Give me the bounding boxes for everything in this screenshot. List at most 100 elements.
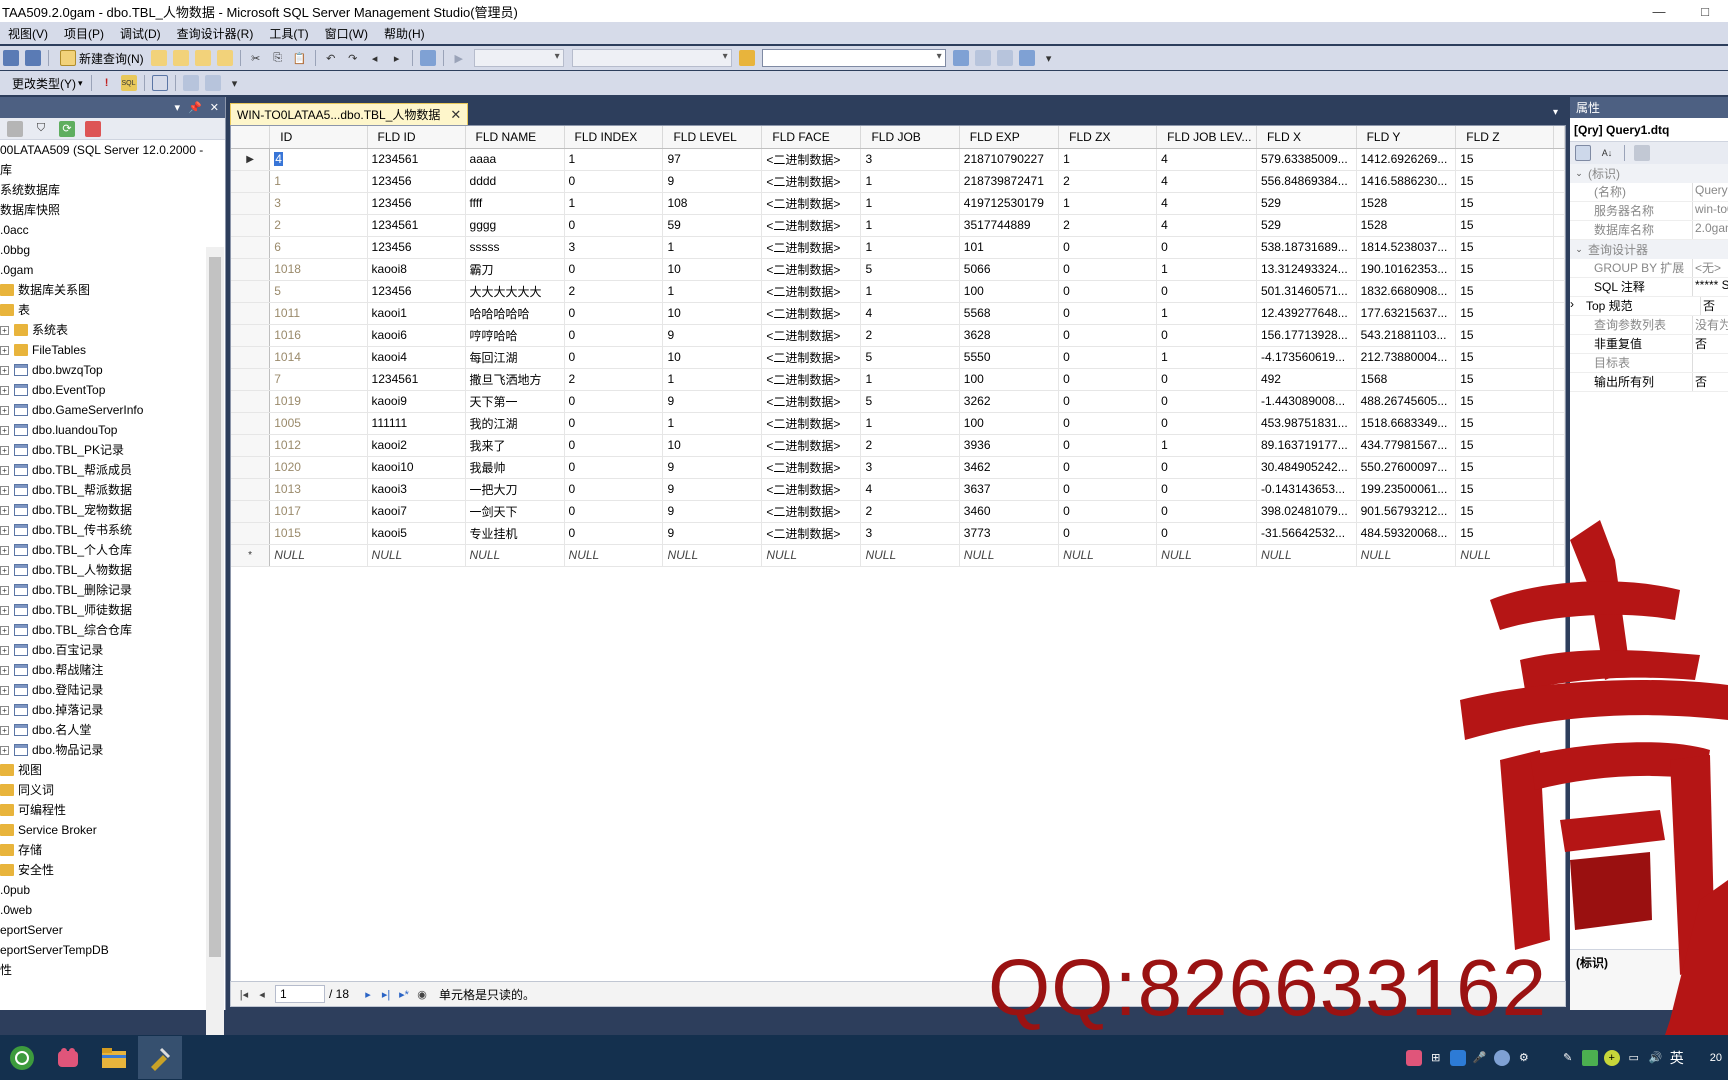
tree-node[interactable]: 同义词 (0, 780, 206, 800)
grid-cell[interactable]: 0 (1058, 478, 1158, 501)
expand-icon[interactable]: › (1570, 297, 1586, 315)
grid-cell[interactable]: 9 (662, 522, 763, 545)
grid-cell[interactable]: 每回江湖 (465, 346, 565, 369)
table-row[interactable]: 1019 kaooi9 天下第一 0 9 <二进制数据> 5 3262 0 0 -1.4430890… (231, 390, 1565, 413)
grid-cell[interactable]: 123456 (367, 192, 466, 215)
row-selector[interactable] (231, 280, 271, 303)
menu-item-view[interactable]: 视图(V) (0, 25, 56, 42)
navigate-forward-icon[interactable]: ▸ (389, 50, 405, 66)
last-record-icon[interactable]: ▸| (377, 988, 395, 1001)
grid-cell[interactable]: 0 (1156, 456, 1257, 479)
grid-cell[interactable]: 15 (1455, 456, 1554, 479)
grid-cell[interactable]: 15 (1455, 500, 1554, 523)
grid-cell[interactable]: 4 (1156, 170, 1257, 193)
grid-cell[interactable]: 10 (662, 346, 763, 369)
copy-icon[interactable]: ⎘ (270, 50, 286, 66)
tree-node[interactable]: + dbo.TBL_师徒数据 (0, 600, 206, 620)
tree-node[interactable]: eportServerTempDB (0, 940, 206, 960)
grid-cell[interactable]: 9 (662, 390, 763, 413)
grid-cell[interactable]: 218739872471 (959, 170, 1060, 193)
table-row[interactable]: 7 1234561 撒旦飞洒地方 2 1 <二进制数据> 1 100 0 0 492 1568 15 (231, 368, 1565, 391)
property-value[interactable]: Query1 (1692, 183, 1728, 201)
column-header[interactable]: FLD JOB (860, 126, 960, 149)
expand-icon[interactable]: + (0, 665, 9, 675)
grid-cell[interactable]: 2 (564, 280, 664, 303)
grid-cell[interactable]: 10 (662, 258, 763, 281)
grid-cell[interactable]: 1005 (269, 412, 368, 435)
expand-icon[interactable]: + (0, 465, 9, 475)
grid-cell[interactable]: 15 (1455, 192, 1554, 215)
grid-cell[interactable]: kaooi7 (367, 500, 466, 523)
grid-cell[interactable]: NULL (761, 544, 862, 567)
tree-node[interactable]: + dbo.TBL_PK记录 (0, 440, 206, 460)
current-record-field[interactable]: 1 (275, 985, 325, 1003)
grid-cell[interactable]: 1568 (1356, 368, 1457, 391)
grid-cell[interactable]: 123456 (367, 280, 466, 303)
grid-cell[interactable]: 一剑天下 (465, 500, 565, 523)
grid-cell[interactable]: 1528 (1356, 214, 1457, 237)
grid-cell[interactable]: 0 (1058, 434, 1158, 457)
row-selector[interactable] (231, 368, 271, 391)
tree-node[interactable]: + dbo.TBL_删除记录 (0, 580, 206, 600)
expand-icon[interactable]: + (0, 505, 9, 515)
grid-cell[interactable]: 100 (959, 412, 1060, 435)
tree-node[interactable]: .0acc (0, 220, 206, 240)
grid-cell[interactable]: 专业挂机 (465, 522, 565, 545)
table-row[interactable]: ▶ 4 1234561 aaaa 1 97 <二进制数据> 3 218710790227 1 4 57… (231, 148, 1565, 171)
mdx-query-icon[interactable] (194, 50, 211, 66)
tray-app2-icon[interactable] (1493, 1049, 1510, 1066)
xmla-query-icon[interactable] (216, 50, 233, 66)
grid-cell[interactable]: 419712530179 (959, 192, 1060, 215)
grid-cell[interactable]: ffff (465, 192, 565, 215)
tray-bluetooth-icon[interactable] (1449, 1049, 1466, 1066)
grid-cell[interactable]: 撒旦飞洒地方 (465, 368, 565, 391)
tray-add-icon[interactable]: + (1603, 1049, 1620, 1066)
grid-cell[interactable]: 434.77981567... (1356, 434, 1457, 457)
grid-cell[interactable]: -1.443089008... (1256, 390, 1357, 413)
grid-cell[interactable]: 15 (1455, 258, 1554, 281)
grid-cell[interactable]: 15 (1455, 214, 1554, 237)
column-header[interactable]: FLD X (1256, 126, 1357, 149)
pin-icon[interactable]: 📌 (188, 101, 202, 114)
grid-cell[interactable]: 1 (1058, 148, 1158, 171)
grid-cell[interactable]: 1234561 (367, 368, 466, 391)
grid-cell[interactable]: 0 (1058, 368, 1158, 391)
grid-cell[interactable]: 15 (1455, 170, 1554, 193)
grid-cell[interactable]: 3628 (959, 324, 1060, 347)
grid-cell[interactable]: 190.10162353... (1356, 258, 1457, 281)
object-explorer-icon[interactable] (1018, 50, 1035, 66)
grid-cell[interactable]: 4 (269, 148, 368, 171)
property-row[interactable]: 数据库名称 2.0gam (1570, 221, 1728, 240)
column-header[interactable]: FLD Z (1455, 126, 1554, 149)
grid-cell[interactable]: kaooi1 (367, 302, 466, 325)
grid-cell[interactable]: 2 (564, 368, 664, 391)
grid-cell[interactable]: 1016 (269, 324, 368, 347)
grid-cell[interactable]: 15 (1455, 390, 1554, 413)
redo-icon[interactable]: ↷ (345, 50, 361, 66)
grid-cell[interactable]: 123456 (367, 236, 466, 259)
grid-cell[interactable]: <二进制数据> (761, 192, 862, 215)
grid-cell[interactable]: NULL (959, 544, 1060, 567)
grid-cell[interactable]: 0 (1058, 236, 1158, 259)
row-selector[interactable] (231, 500, 271, 523)
activity-monitor-icon[interactable] (419, 50, 436, 66)
expand-icon[interactable]: + (0, 485, 9, 495)
menu-item-window[interactable]: 窗口(W) (317, 25, 376, 42)
grid-cell[interactable]: 一把大刀 (465, 478, 565, 501)
property-category[interactable]: ⌄ 查询设计器 (1570, 240, 1728, 259)
grid-cell[interactable]: 0 (1156, 236, 1257, 259)
grid-cell[interactable]: 1 (860, 236, 960, 259)
grid-cell[interactable]: 177.63215637... (1356, 302, 1457, 325)
grid-cell[interactable]: kaooi2 (367, 434, 466, 457)
grid-cell[interactable]: kaooi4 (367, 346, 466, 369)
grid-cell[interactable]: 我最帅 (465, 456, 565, 479)
add-table-icon[interactable] (182, 75, 199, 91)
grid-cell[interactable]: 1 (860, 192, 960, 215)
grid-cell[interactable]: 0 (1058, 500, 1158, 523)
grid-cell[interactable]: 97 (662, 148, 763, 171)
column-header[interactable]: FLD NAME (465, 126, 565, 149)
grid-cell[interactable]: 4 (860, 478, 960, 501)
tree-vertical-scrollbar[interactable] (206, 247, 224, 1080)
tree-node[interactable]: + dbo.物品记录 (0, 740, 206, 760)
tree-node[interactable]: + dbo.百宝记录 (0, 640, 206, 660)
